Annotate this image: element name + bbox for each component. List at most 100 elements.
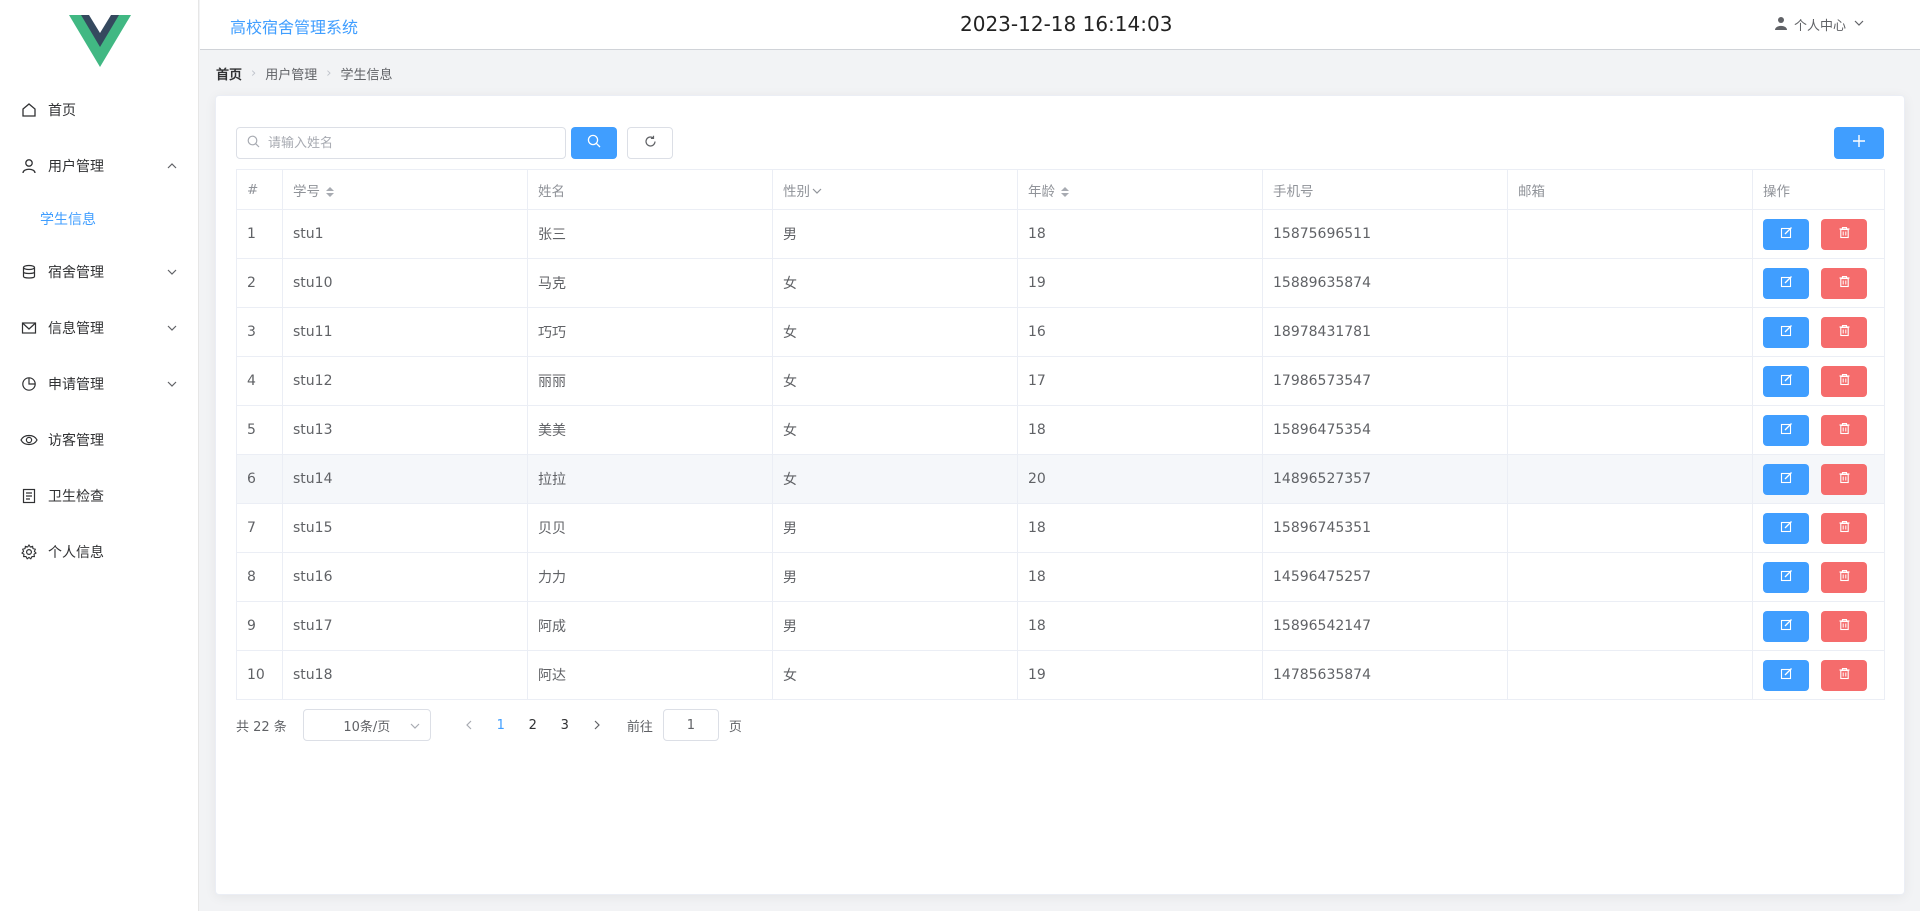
edit-button[interactable] — [1763, 316, 1809, 348]
sidebar-item-hygiene-check[interactable]: 卫生检查 — [0, 468, 198, 524]
sidebar-item-label: 信息管理 — [48, 321, 104, 337]
edit-button[interactable] — [1763, 218, 1809, 250]
delete-button[interactable] — [1821, 316, 1867, 348]
sidebar-subitem-student-info[interactable]: 学生信息 — [0, 194, 198, 244]
sidebar-item-info-management[interactable]: 信息管理 — [0, 300, 198, 356]
page-number-1[interactable]: 1 — [485, 709, 517, 741]
refresh-icon — [644, 135, 657, 152]
column-header-gender[interactable]: 性别 — [772, 169, 1018, 210]
cell-age: 18 — [1017, 601, 1263, 651]
edit-button[interactable] — [1763, 414, 1809, 446]
cell-name: 巧巧 — [527, 307, 773, 357]
sidebar-item-dorm-management[interactable]: 宿舍管理 — [0, 244, 198, 300]
cell-age: 18 — [1017, 503, 1263, 553]
cell-gender: 女 — [772, 454, 1018, 504]
delete-button[interactable] — [1821, 463, 1867, 495]
cell-phone: 15889635874 — [1262, 258, 1508, 308]
delete-icon — [1838, 618, 1851, 635]
edit-button[interactable] — [1763, 267, 1809, 299]
sidebar-item-label: 个人信息 — [48, 545, 104, 561]
cell-phone: 15896745351 — [1262, 503, 1508, 553]
edit-icon — [1780, 324, 1793, 341]
chevron-down-icon — [1854, 17, 1870, 32]
delete-button[interactable] — [1821, 512, 1867, 544]
cell-name: 力力 — [527, 552, 773, 602]
sort-caret-icon[interactable] — [326, 186, 334, 197]
delete-button[interactable] — [1821, 561, 1867, 593]
cell-index: 4 — [236, 356, 283, 406]
sidebar: 首页 用户管理 学生信息 宿舍管理 信息管理 申请管理 访客管理 卫生检查 个人… — [0, 0, 199, 911]
table-row[interactable]: 6 stu14 拉拉女 20 14896527357 — [236, 454, 1885, 504]
cell-age: 16 — [1017, 307, 1263, 357]
edit-button[interactable] — [1763, 659, 1809, 691]
cell-phone: 14896527357 — [1262, 454, 1508, 504]
sidebar-item-application-management[interactable]: 申请管理 — [0, 356, 198, 412]
sidebar-item-home[interactable]: 首页 — [0, 82, 198, 138]
sidebar-item-visitor-management[interactable]: 访客管理 — [0, 412, 198, 468]
page-number-2[interactable]: 2 — [517, 709, 549, 741]
next-page-button[interactable] — [581, 709, 613, 741]
chevron-down-icon — [410, 720, 420, 735]
cell-phone: 15875696511 — [1262, 209, 1508, 259]
sort-caret-icon[interactable] — [1061, 186, 1069, 197]
breadcrumb: 首页 › 用户管理 › 学生信息 — [216, 64, 392, 83]
edit-button[interactable] — [1763, 512, 1809, 544]
cell-name: 美美 — [527, 405, 773, 455]
page-size-select[interactable]: 10条/页 — [302, 709, 431, 741]
table-row[interactable]: 4 stu12 丽丽女 17 17986573547 — [236, 356, 1885, 406]
edit-icon — [1780, 667, 1793, 684]
search-input[interactable] — [268, 135, 548, 151]
cell-email — [1507, 503, 1753, 553]
delete-button[interactable] — [1821, 610, 1867, 642]
column-header-student-id[interactable]: 学号 — [282, 169, 528, 210]
sidebar-item-personal-info[interactable]: 个人信息 — [0, 524, 198, 580]
cell-actions — [1752, 258, 1885, 308]
prev-page-button[interactable] — [453, 709, 485, 741]
add-student-button[interactable] — [1834, 127, 1884, 159]
edit-icon — [1780, 275, 1793, 292]
delete-button[interactable] — [1821, 267, 1867, 299]
cell-phone: 14785635874 — [1262, 650, 1508, 700]
edit-icon — [1780, 471, 1793, 488]
table-row[interactable]: 1 stu1 张三男 18 15875696511 — [236, 209, 1885, 259]
filter-chevron-icon[interactable] — [812, 184, 822, 200]
cell-name: 张三 — [527, 209, 773, 259]
cell-email — [1507, 405, 1753, 455]
cell-name: 丽丽 — [527, 356, 773, 406]
goto-page-input[interactable] — [662, 709, 719, 741]
search-field[interactable] — [236, 127, 566, 159]
delete-button[interactable] — [1821, 365, 1867, 397]
table-row[interactable]: 2 stu10 马克女 19 15889635874 — [236, 258, 1885, 308]
edit-icon — [1780, 226, 1793, 243]
edit-button[interactable] — [1763, 463, 1809, 495]
cell-age: 20 — [1017, 454, 1263, 504]
table-row[interactable]: 5 stu13 美美女 18 15896475354 — [236, 405, 1885, 455]
table-row[interactable]: 10 stu18 阿达女 19 14785635874 — [236, 650, 1885, 700]
delete-button[interactable] — [1821, 659, 1867, 691]
search-icon — [247, 135, 260, 152]
sidebar-item-user-management[interactable]: 用户管理 — [0, 138, 198, 194]
cell-phone: 14596475257 — [1262, 552, 1508, 602]
chevron-up-icon — [166, 160, 178, 172]
table-row[interactable]: 8 stu16 力力男 18 14596475257 — [236, 552, 1885, 602]
breadcrumb-home[interactable]: 首页 — [216, 64, 242, 83]
table-row[interactable]: 9 stu17 阿成男 18 15896542147 — [236, 601, 1885, 651]
column-header-age[interactable]: 年龄 — [1017, 169, 1263, 210]
table-row[interactable]: 7 stu15 贝贝男 18 15896745351 — [236, 503, 1885, 553]
cell-gender: 男 — [772, 209, 1018, 259]
sidebar-item-label: 首页 — [48, 103, 76, 119]
table-row[interactable]: 3 stu11 巧巧女 16 18978431781 — [236, 307, 1885, 357]
search-button[interactable] — [571, 127, 617, 159]
edit-button[interactable] — [1763, 610, 1809, 642]
user-center-dropdown[interactable]: 个人中心 — [1774, 15, 1870, 34]
cell-actions — [1752, 405, 1885, 455]
table-header-row: # 学号 姓名 性别 年龄 手机号 邮箱 操作 — [236, 169, 1885, 210]
page-number-3[interactable]: 3 — [549, 709, 581, 741]
cell-id: stu17 — [282, 601, 528, 651]
breadcrumb-student-info: 学生信息 — [340, 68, 393, 83]
delete-button[interactable] — [1821, 218, 1867, 250]
delete-button[interactable] — [1821, 414, 1867, 446]
edit-button[interactable] — [1763, 561, 1809, 593]
reset-button[interactable] — [627, 127, 673, 159]
edit-button[interactable] — [1763, 365, 1809, 397]
